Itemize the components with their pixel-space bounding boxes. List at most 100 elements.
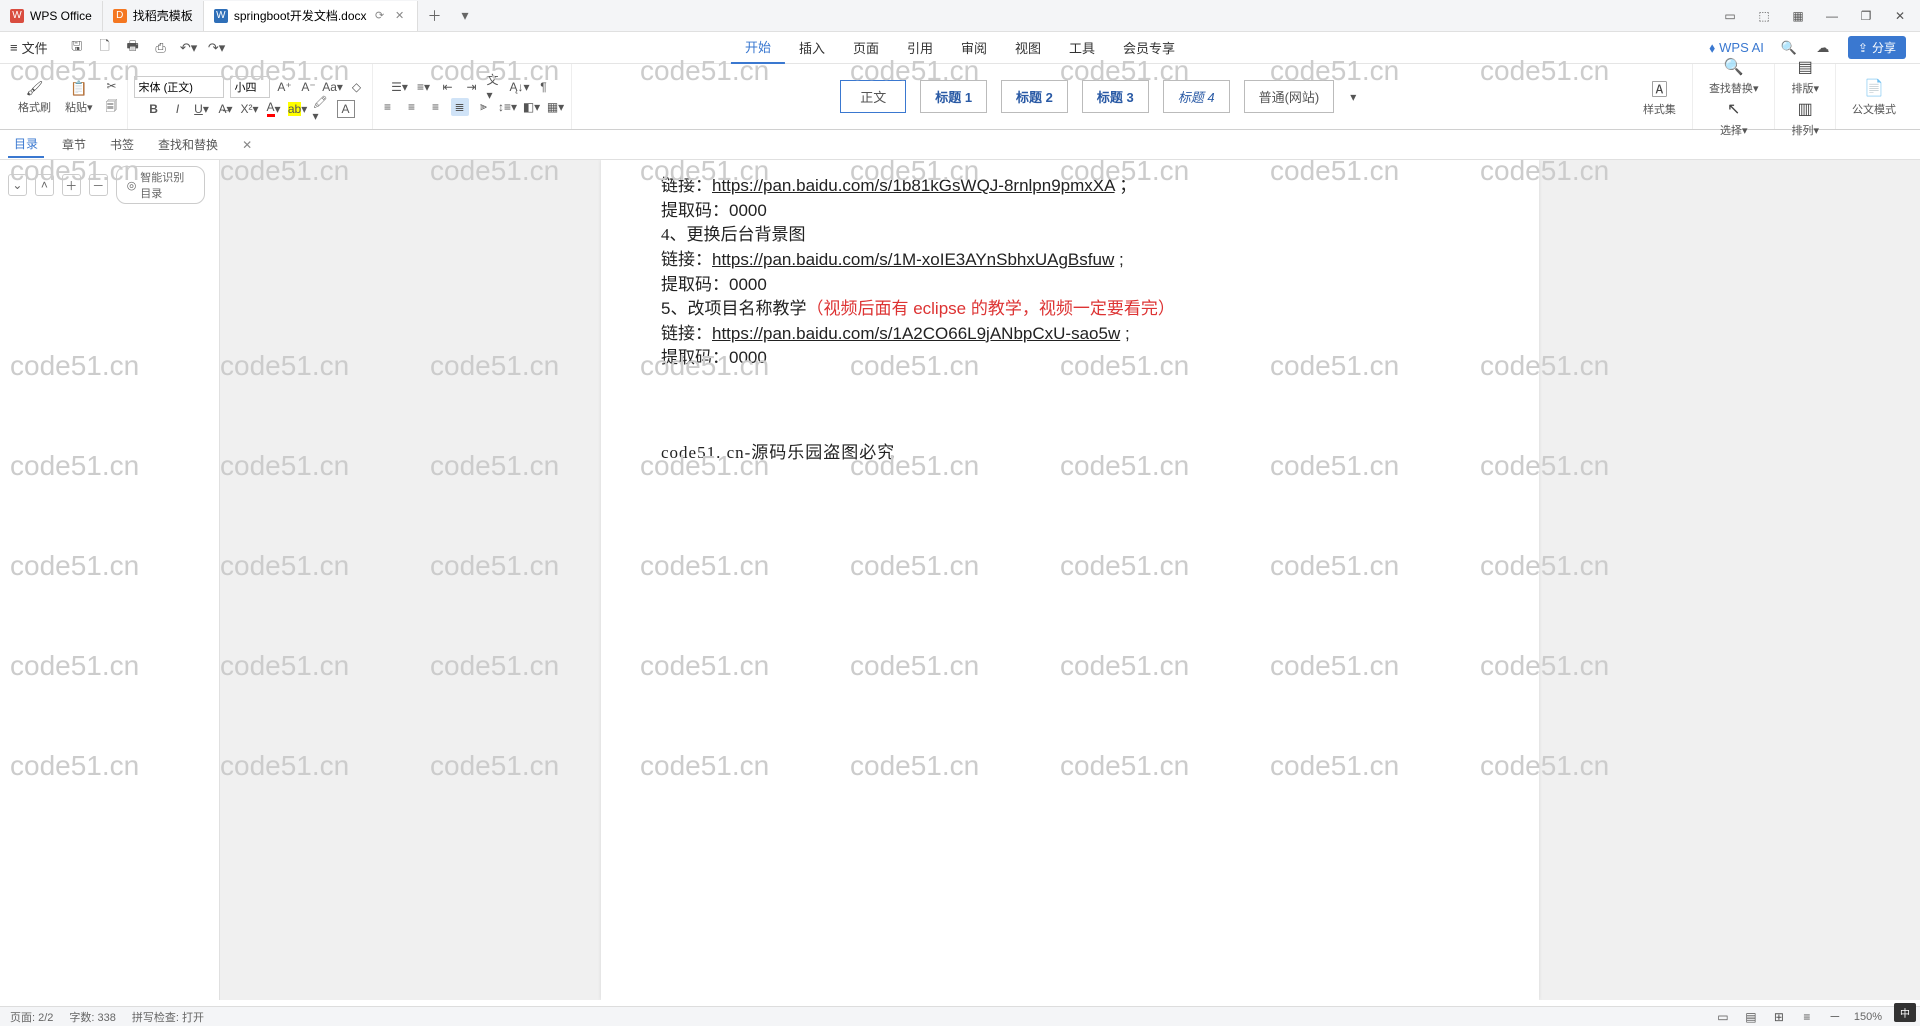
smart-toc-button[interactable]: ◎ 智能识别目录 — [116, 166, 205, 204]
print-icon[interactable]: 🖶 — [124, 39, 142, 57]
ribbon-tab-start[interactable]: 开始 — [731, 32, 785, 64]
close-tab-icon[interactable]: ✕ — [393, 9, 407, 23]
nav-close-icon[interactable]: ✕ — [242, 138, 252, 152]
save-icon[interactable]: 🖫 — [68, 39, 86, 57]
save-as-icon[interactable]: 🗋 — [96, 39, 114, 57]
number-list-icon[interactable]: ≡▾ — [415, 78, 433, 96]
format-brush-button[interactable]: 🖌 格式刷 — [14, 77, 55, 117]
find-replace-button[interactable]: 🔍 查找替换▾ — [1699, 56, 1769, 96]
share-button[interactable]: ⇪ 分享 — [1848, 36, 1906, 59]
ime-badge[interactable]: 中 — [1894, 1003, 1916, 1022]
paste-button[interactable]: 📋 粘贴▾ — [61, 77, 97, 117]
cube-icon[interactable]: ⬚ — [1754, 6, 1774, 26]
zoom-out-icon[interactable]: － — [1826, 1008, 1844, 1026]
wps-ai-button[interactable]: ⬧ WPS AI — [1709, 40, 1764, 56]
style-heading1[interactable]: 标题 1 — [920, 80, 987, 113]
app-tab-template[interactable]: D 找稻壳模板 — [103, 1, 204, 31]
nav-tab-findreplace[interactable]: 查找和替换 — [152, 132, 224, 157]
add-button[interactable]: ＋ — [62, 174, 81, 196]
ribbon-tab-member[interactable]: 会员专享 — [1109, 32, 1189, 64]
decrease-indent-icon[interactable]: ⇤ — [439, 78, 457, 96]
redo-icon[interactable]: ↷▾ — [208, 39, 226, 57]
style-web[interactable]: 普通(网站) — [1244, 80, 1335, 113]
nav-tab-bookmark[interactable]: 书签 — [104, 132, 140, 157]
status-page[interactable]: 页面: 2/2 — [10, 1009, 53, 1025]
new-tab-button[interactable]: ＋ — [418, 6, 452, 26]
text-direction-icon[interactable]: 文▾ — [487, 78, 505, 96]
link-url-3[interactable]: https://pan.baidu.com/s/1A2CO66L9jANbpCx… — [712, 324, 1120, 343]
align-left-icon[interactable]: ≡ — [379, 98, 397, 116]
show-marks-icon[interactable]: ¶ — [535, 78, 553, 96]
tab-menu-button[interactable]: ▾ — [452, 7, 479, 24]
layout-button[interactable]: ▤ 排版▾ — [1781, 56, 1829, 96]
link-url-2[interactable]: https://pan.baidu.com/s/1M-xoIE3AYnSbhxU… — [712, 250, 1114, 269]
reading-mode-icon[interactable]: ▤ — [1742, 1008, 1760, 1026]
superscript-icon[interactable]: X²▾ — [241, 100, 259, 118]
char-border-icon[interactable]: A — [337, 100, 355, 118]
collapse-down-button[interactable]: ⌄ — [8, 174, 27, 196]
zoom-level[interactable]: 150% — [1854, 1011, 1882, 1023]
copy-icon[interactable]: 🗐 — [103, 99, 121, 117]
italic-icon[interactable]: I — [169, 100, 187, 118]
official-mode-button[interactable]: 📄 公文模式 — [1842, 77, 1906, 117]
link-url-1[interactable]: https://pan.baidu.com/s/1b81kGsWQJ-8rnlp… — [712, 176, 1115, 195]
select-button[interactable]: ↖ 选择▾ — [1710, 98, 1758, 138]
strike-icon[interactable]: A̶▾ — [217, 100, 235, 118]
window-compact-icon[interactable]: ▭ — [1720, 6, 1740, 26]
web-mode-icon[interactable]: ⊞ — [1770, 1008, 1788, 1026]
align-right-icon[interactable]: ≡ — [427, 98, 445, 116]
ribbon-tab-page[interactable]: 页面 — [839, 32, 893, 64]
bold-icon[interactable]: B — [145, 100, 163, 118]
shading-icon[interactable]: 🖍▾ — [313, 100, 331, 118]
cloud-icon[interactable]: ☁ — [1814, 39, 1832, 57]
highlight-icon[interactable]: ab▾ — [289, 100, 307, 118]
font-name-select[interactable] — [134, 76, 224, 98]
ribbon-tab-tools[interactable]: 工具 — [1055, 32, 1109, 64]
nav-tab-toc[interactable]: 目录 — [8, 131, 44, 158]
line-spacing-icon[interactable]: ↕≡▾ — [499, 98, 517, 116]
undo-icon[interactable]: ↶▾ — [180, 39, 198, 57]
font-size-select[interactable] — [230, 76, 270, 98]
decrease-font-icon[interactable]: A⁻ — [300, 78, 318, 96]
status-spell[interactable]: 拼写检查: 打开 — [132, 1009, 204, 1025]
print-preview-icon[interactable]: ⎙ — [152, 39, 170, 57]
status-words[interactable]: 字数: 338 — [69, 1009, 115, 1025]
view-mode-icon[interactable]: ▭ — [1714, 1008, 1732, 1026]
style-heading2[interactable]: 标题 2 — [1001, 80, 1068, 113]
sort-icon[interactable]: Ą↓▾ — [511, 78, 529, 96]
ribbon-tab-insert[interactable]: 插入 — [785, 32, 839, 64]
app-grid-icon[interactable]: ▦ — [1788, 6, 1808, 26]
underline-icon[interactable]: U▾ — [193, 100, 211, 118]
app-tab-wps[interactable]: W WPS Office — [0, 1, 103, 31]
refresh-tab-icon[interactable]: ⟳ — [373, 9, 387, 23]
change-case-icon[interactable]: Aa▾ — [324, 78, 342, 96]
align-center-icon[interactable]: ≡ — [403, 98, 421, 116]
ribbon-tab-reference[interactable]: 引用 — [893, 32, 947, 64]
style-heading4[interactable]: 标题 4 — [1163, 80, 1230, 113]
minimize-icon[interactable]: — — [1822, 6, 1842, 26]
arrange-button[interactable]: ▥ 排列▾ — [1781, 98, 1829, 138]
document-page[interactable]: 链接：https://pan.baidu.com/s/1b81kGsWQJ-8r… — [601, 160, 1539, 1000]
styles-expand-icon[interactable]: ▾ — [1344, 88, 1362, 106]
nav-tab-chapter[interactable]: 章节 — [56, 132, 92, 157]
cut-icon[interactable]: ✂ — [103, 77, 121, 95]
outline-mode-icon[interactable]: ≡ — [1798, 1008, 1816, 1026]
search-icon[interactable]: 🔍 — [1780, 39, 1798, 57]
style-heading3[interactable]: 标题 3 — [1082, 80, 1149, 113]
increase-indent-icon[interactable]: ⇥ — [463, 78, 481, 96]
remove-button[interactable]: － — [89, 174, 108, 196]
clear-format-icon[interactable]: ◇ — [348, 78, 366, 96]
style-normal[interactable]: 正文 — [840, 80, 906, 113]
distribute-icon[interactable]: ⫸ — [475, 98, 493, 116]
document-viewport[interactable]: ⠿ 链接：https://pan.baidu.com/s/1b81kGsWQJ-… — [220, 160, 1920, 1000]
move-up-button[interactable]: ˄ — [35, 174, 54, 196]
increase-font-icon[interactable]: A⁺ — [276, 78, 294, 96]
document-tab[interactable]: W springboot开发文档.docx ⟳ ✕ — [204, 1, 418, 31]
close-window-icon[interactable]: ✕ — [1890, 6, 1910, 26]
ribbon-tab-view[interactable]: 视图 — [1001, 32, 1055, 64]
file-menu-button[interactable]: ≡ 文件 — [0, 32, 58, 63]
font-color-icon[interactable]: A▾ — [265, 100, 283, 118]
para-shading-icon[interactable]: ◧▾ — [523, 98, 541, 116]
bullet-list-icon[interactable]: ☰▾ — [391, 78, 409, 96]
align-justify-icon[interactable]: ≣ — [451, 98, 469, 116]
